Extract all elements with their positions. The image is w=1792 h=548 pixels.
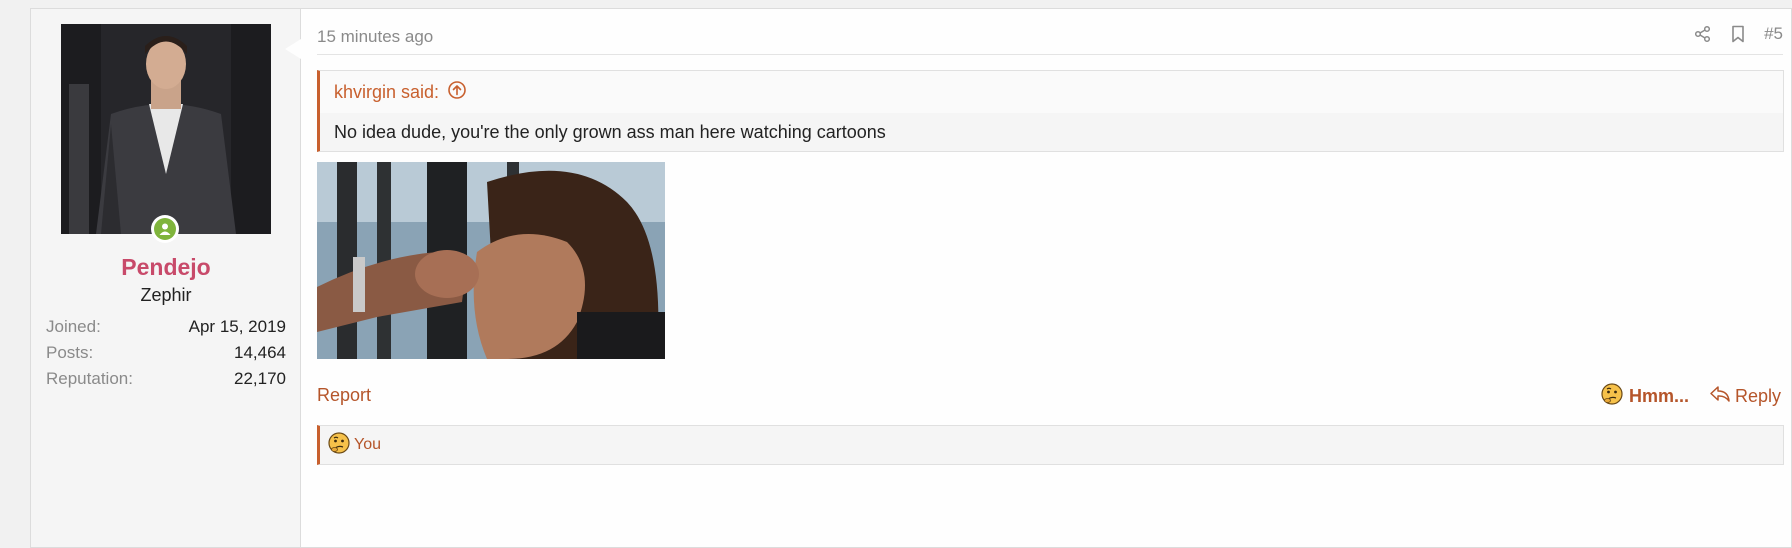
quote-author[interactable]: khvirgin said: — [334, 82, 439, 103]
user-icon — [159, 223, 171, 235]
embedded-gif — [317, 162, 665, 359]
avatar[interactable] — [61, 24, 271, 234]
stat-label: Reputation: — [46, 369, 133, 388]
post-number[interactable]: #5 — [1764, 24, 1783, 44]
avatar-image — [61, 24, 271, 234]
username[interactable]: Pendejo — [31, 254, 301, 281]
stat-value: 22,170 — [234, 369, 286, 388]
stat-label: Posts: — [46, 343, 94, 362]
stat-value[interactable]: 14,464 — [234, 340, 286, 366]
online-status-badge — [151, 215, 179, 243]
reply-label: Reply — [1734, 386, 1781, 406]
report-link[interactable]: Report — [317, 385, 371, 406]
reactions-summary[interactable]: You — [354, 436, 381, 454]
user-stats: Joined: Apr 15, 2019 Posts: 14,464 Reput… — [46, 314, 286, 392]
reaction-label: Hmm... — [1628, 386, 1689, 406]
user-title: Zephir — [140, 285, 192, 305]
thinking-face-icon — [1601, 383, 1623, 410]
stat-posts: Posts: 14,464 — [46, 340, 286, 366]
stat-value: Apr 15, 2019 — [188, 317, 286, 336]
post-pointer — [285, 39, 301, 59]
reactions-bar[interactable]: You — [317, 425, 1784, 465]
reply-button[interactable]: Reply — [1709, 384, 1781, 409]
share-icon[interactable] — [1694, 25, 1712, 43]
post-timestamp[interactable]: 15 minutes ago — [317, 27, 433, 47]
stat-label: Joined: — [46, 317, 101, 336]
quote-block: khvirgin said: No idea dude, you're the … — [317, 70, 1784, 152]
post-header-actions: #5 — [1694, 24, 1783, 44]
thinking-face-icon — [328, 431, 350, 459]
post-image[interactable] — [317, 162, 665, 359]
stat-joined: Joined: Apr 15, 2019 — [46, 314, 286, 340]
quote-text: No idea dude, you're the only grown ass … — [334, 122, 886, 142]
post-card: Pendejo Zephir Joined: Apr 15, 2019 Post… — [30, 8, 1792, 548]
post-footer-actions: Hmm... Reply — [1601, 383, 1781, 410]
stat-reputation: Reputation: 22,170 — [46, 366, 286, 392]
reply-arrow-icon — [1709, 384, 1731, 409]
user-info-panel: Pendejo Zephir Joined: Apr 15, 2019 Post… — [31, 9, 301, 547]
arrow-up-circle-icon[interactable] — [447, 80, 467, 105]
bookmark-icon[interactable] — [1730, 25, 1746, 43]
quote-header[interactable]: khvirgin said: — [320, 71, 1783, 113]
reaction-button[interactable]: Hmm... — [1601, 383, 1689, 410]
header-divider — [317, 54, 1783, 55]
